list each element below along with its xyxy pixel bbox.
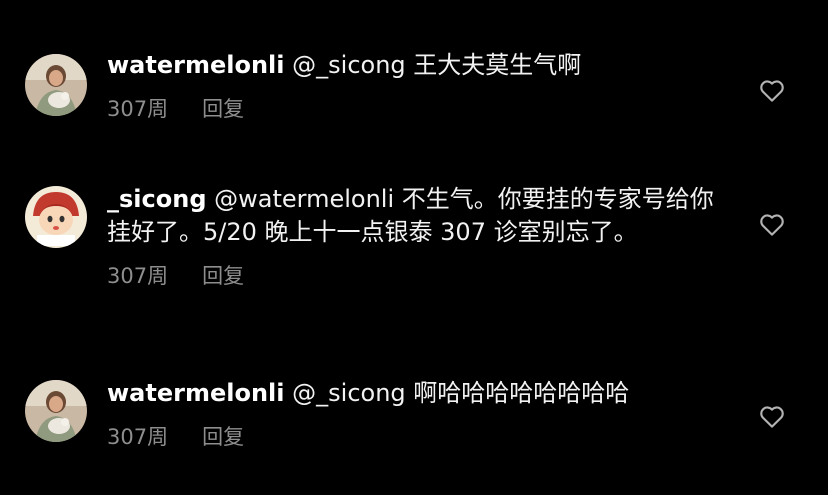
reply-button[interactable]: 回复 bbox=[202, 423, 244, 451]
comment-meta: 307周 回复 bbox=[107, 423, 727, 451]
comment-text: watermelonli @_sicong 啊哈哈哈哈哈哈哈哈 bbox=[107, 377, 727, 410]
heart-icon bbox=[760, 214, 784, 236]
comment-content: @_sicong 啊哈哈哈哈哈哈哈哈 bbox=[292, 379, 630, 407]
reply-button[interactable]: 回复 bbox=[202, 95, 244, 123]
comment-text: _sicong @watermelonli 不生气。你要挂的专家号给你挂好了。5… bbox=[107, 183, 727, 249]
comment-username[interactable]: watermelonli bbox=[107, 51, 285, 79]
like-button[interactable] bbox=[757, 209, 787, 239]
comment-meta: 307周 回复 bbox=[107, 95, 727, 123]
comment-time: 307周 bbox=[107, 264, 169, 288]
cartoon-avatar-icon bbox=[25, 186, 87, 248]
comment-username[interactable]: _sicong bbox=[107, 185, 207, 213]
comment-time: 307周 bbox=[107, 425, 169, 449]
comment-meta: 307周 回复 bbox=[107, 262, 727, 290]
like-button[interactable] bbox=[757, 75, 787, 105]
like-button[interactable] bbox=[757, 401, 787, 431]
comment-time: 307周 bbox=[107, 97, 169, 121]
avatar[interactable] bbox=[25, 186, 87, 248]
comment-username[interactable]: watermelonli bbox=[107, 379, 285, 407]
photo-avatar-icon bbox=[25, 380, 87, 442]
avatar[interactable] bbox=[25, 380, 87, 442]
comment-content: @_sicong 王大夫莫生气啊 bbox=[292, 51, 582, 79]
heart-icon bbox=[760, 80, 784, 102]
avatar[interactable] bbox=[25, 54, 87, 116]
reply-button[interactable]: 回复 bbox=[202, 262, 244, 290]
photo-avatar-icon bbox=[25, 54, 87, 116]
heart-icon bbox=[760, 406, 784, 428]
comment-text: watermelonli @_sicong 王大夫莫生气啊 bbox=[107, 49, 727, 82]
